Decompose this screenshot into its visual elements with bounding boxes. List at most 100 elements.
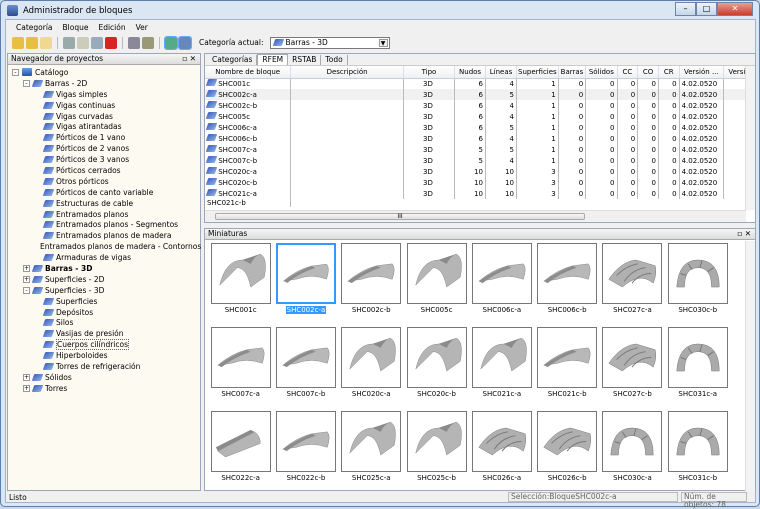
thumbnail-item[interactable]: SHC030c-a	[600, 411, 665, 482]
new-folder-icon[interactable]	[12, 36, 24, 49]
tree-item[interactable]: Entramados planos de madera	[8, 230, 200, 241]
maximize-button[interactable]: □	[696, 2, 717, 16]
column-header[interactable]: Nombre de bloque	[205, 66, 292, 79]
close-button[interactable]: ✕	[717, 2, 753, 16]
tree-item[interactable]: + Sólidos	[8, 372, 200, 383]
folder-icon[interactable]	[40, 36, 52, 49]
table-row[interactable]: SHC020c-b 3D 10 10 3 0 0 0 0 0 4.02.0520	[205, 177, 755, 188]
expand-icon[interactable]: +	[23, 384, 30, 392]
column-header[interactable]: Líneas	[485, 66, 518, 79]
tree-item[interactable]: Vigas atirantadas	[8, 121, 200, 132]
thumbnail-item[interactable]: SHC006c-a	[469, 243, 534, 314]
menu-categoria[interactable]: Categoría	[16, 23, 53, 32]
column-header[interactable]: Barras	[558, 66, 587, 79]
tree-item[interactable]: + Torres	[8, 383, 200, 394]
collapse-icon[interactable]: -	[23, 286, 30, 294]
tree-item[interactable]: Hiperboloides	[8, 350, 200, 361]
column-header[interactable]: CC	[617, 66, 639, 79]
import-icon[interactable]	[128, 36, 140, 49]
tree-item[interactable]: Otros pórticos	[8, 176, 200, 187]
tree-item[interactable]: Cuerpos cilíndricos	[8, 339, 200, 351]
column-header[interactable]: Versión ...	[679, 66, 725, 79]
chevron-down-icon[interactable]: ▼	[378, 38, 388, 47]
thumbnail-item[interactable]: SHC007c-b	[273, 327, 338, 398]
thumbnail-item[interactable]: SHC027c-b	[600, 327, 665, 398]
menu-edicion[interactable]: Edición	[98, 23, 125, 32]
thumbnail-item[interactable]: SHC020c-a	[339, 327, 404, 398]
thumbnail-item[interactable]: SHC007c-a	[208, 327, 273, 398]
menu-ver[interactable]: Ver	[136, 23, 148, 32]
column-header[interactable]: CR	[658, 66, 680, 79]
tree-item[interactable]: Torres de refrigeración	[8, 361, 200, 372]
thumbnail-item[interactable]: SHC030c-b	[665, 243, 730, 314]
thumbnail-item[interactable]: SHC025c-a	[339, 411, 404, 482]
tree-item[interactable]: Estructuras de cable	[8, 198, 200, 209]
table-row[interactable]: SHC002c-a 3D 6 5 1 0 0 0 0 0 4.02.0520	[205, 89, 755, 100]
delete-icon[interactable]	[105, 36, 117, 49]
tree-item[interactable]: - Superficies - 3D	[8, 285, 200, 296]
table-row-partial[interactable]: SHC021c-b	[205, 199, 755, 207]
column-header[interactable]: Sólidos	[585, 66, 618, 79]
duplicate-icon[interactable]	[91, 36, 103, 49]
tree-item[interactable]: Entramados planos	[8, 209, 200, 220]
copy-icon[interactable]	[63, 36, 75, 49]
panel-controls[interactable]: ▫ ✕	[737, 229, 751, 239]
thumbnail-item[interactable]: SHC002c-a	[273, 243, 338, 314]
tab-todo[interactable]: Todo	[321, 54, 348, 65]
tree-item[interactable]: Pórticos cerrados	[8, 165, 200, 176]
thumbnail-item[interactable]: SHC025c-b	[404, 411, 469, 482]
thumbnail-item[interactable]: SHC020c-b	[404, 327, 469, 398]
zoom-view-icon[interactable]	[178, 35, 192, 50]
column-header[interactable]: Nudos	[454, 66, 487, 79]
tree-item[interactable]: Vigas continuas	[8, 100, 200, 111]
tab-categorías[interactable]: Categorías	[208, 54, 258, 65]
thumbnail-item[interactable]: SHC031c-b	[665, 411, 730, 482]
menu-bloque[interactable]: Bloque	[63, 23, 89, 32]
thumbnail-item[interactable]: SHC021c-b	[534, 327, 599, 398]
tree-item[interactable]: Pórticos de canto variable	[8, 187, 200, 198]
panel-controls[interactable]: ▫ ✕	[182, 54, 196, 64]
thumbnail-item[interactable]: SHC027c-a	[600, 243, 665, 314]
vertical-scrollbar[interactable]	[745, 66, 755, 210]
table-row[interactable]: SHC007c-a 3D 5 5 1 0 0 0 0 0 4.02.0520	[205, 144, 755, 155]
thumbnail-item[interactable]: SHC022c-b	[273, 411, 338, 482]
tree-item[interactable]: - Barras - 2D	[8, 78, 200, 89]
tree-item[interactable]: Vigas simples	[8, 89, 200, 100]
table-row[interactable]: SHC006c-a 3D 6 5 1 0 0 0 0 0 4.02.0520	[205, 122, 755, 133]
tab-rstab[interactable]: RSTAB	[288, 54, 322, 65]
horizontal-scrollbar[interactable]: III	[205, 210, 746, 222]
tree-item[interactable]: Superficies	[8, 296, 200, 307]
paste-icon[interactable]	[77, 36, 89, 49]
thumbnail-item[interactable]: SHC021c-a	[469, 327, 534, 398]
table-row[interactable]: SHC007c-b 3D 5 4 1 0 0 0 0 0 4.02.0520	[205, 155, 755, 166]
tab-rfem[interactable]: RFEM	[257, 54, 289, 65]
tree-item[interactable]: Vigas curvadas	[8, 111, 200, 122]
table-row[interactable]: SHC021c-a 3D 10 10 3 0 0 0 0 0 4.02.0520	[205, 188, 755, 199]
thumbnail-item[interactable]: SHC005c	[404, 243, 469, 314]
thumbnail-item[interactable]: SHC002c-b	[339, 243, 404, 314]
expand-icon[interactable]: +	[23, 275, 30, 283]
column-header[interactable]: CO	[637, 66, 659, 79]
tree-item[interactable]: Entramados planos - Segmentos	[8, 219, 200, 230]
thumbnail-item[interactable]: SHC026c-b	[534, 411, 599, 482]
thumbnail-item[interactable]: SHC006c-b	[534, 243, 599, 314]
thumbnail-item[interactable]: SHC031c-a	[665, 327, 730, 398]
thumbnail-item[interactable]: SHC001c	[208, 243, 273, 314]
expand-icon[interactable]: +	[23, 264, 30, 272]
tree-item[interactable]: - Catálogo	[8, 67, 200, 78]
tree-item[interactable]: + Barras - 3D	[8, 263, 200, 274]
table-row[interactable]: SHC005c 3D 6 4 1 0 0 0 0 0 4.02.0520	[205, 111, 755, 122]
minimize-button[interactable]: –	[675, 2, 696, 16]
tree-item[interactable]: Vasijas de presión	[8, 328, 200, 339]
column-header[interactable]: Superficies	[516, 66, 559, 79]
open-folder-icon[interactable]	[26, 36, 38, 49]
table-row[interactable]: SHC006c-b 3D 6 4 1 0 0 0 0 0 4.02.0520	[205, 133, 755, 144]
column-header[interactable]: Tipo	[403, 66, 456, 79]
tree-item[interactable]: Silos	[8, 317, 200, 328]
tree-item[interactable]: Pórticos de 1 vano	[8, 132, 200, 143]
thumbnail-item[interactable]: SHC026c-a	[469, 411, 534, 482]
tree-item[interactable]: Pórticos de 3 vanos	[8, 154, 200, 165]
thumbnail-item[interactable]: SHC022c-a	[208, 411, 273, 482]
table-row[interactable]: SHC001c 3D 6 4 1 0 0 0 0 0 4.02.0520	[205, 78, 755, 89]
collapse-icon[interactable]: -	[23, 79, 30, 87]
